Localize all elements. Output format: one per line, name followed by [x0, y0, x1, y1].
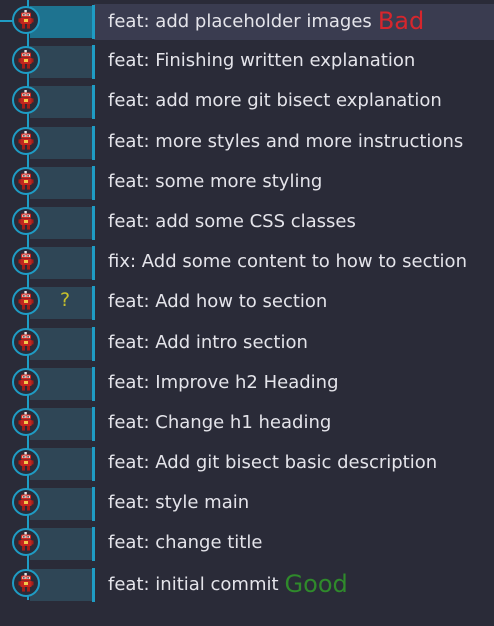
bad-tag: Bad	[377, 7, 425, 35]
commit-node[interactable]	[12, 247, 40, 276]
commit-row-4[interactable]: feat: some more styling	[0, 161, 494, 201]
bisect-unknown-mark: ?	[60, 289, 71, 312]
good-tag: Good	[284, 569, 348, 598]
avatar-icon	[18, 452, 34, 471]
commit-node[interactable]	[12, 568, 40, 597]
commit-message-text: feat: Finishing written explanation	[108, 50, 416, 72]
avatar-icon	[18, 411, 34, 431]
avatar-icon	[18, 90, 34, 109]
commit-row-divider	[92, 205, 95, 240]
commit-node[interactable]	[12, 448, 40, 477]
commit-row-12[interactable]: feat: style main	[0, 482, 494, 522]
commit-message: feat: initial commit Good	[108, 572, 348, 597]
commit-row-0[interactable]: feat: add placeholder images Bad	[0, 0, 494, 40]
commit-row-6[interactable]: fix: Add some content to how to section	[0, 241, 494, 281]
commit-message: feat: Improve h2 Heading	[108, 371, 339, 395]
commit-message-text: feat: add placeholder images	[108, 11, 372, 32]
commit-message: feat: some more styling	[108, 170, 322, 194]
avatar-icon	[18, 291, 34, 310]
commit-message: fix: Add some content to how to section	[108, 250, 467, 274]
commit-message-text: feat: Add intro section	[108, 331, 308, 353]
commit-row-divider	[92, 85, 95, 120]
avatar-icon	[18, 572, 34, 592]
commit-row-8[interactable]: feat: Add intro section	[0, 322, 494, 362]
commit-row-11[interactable]: feat: Add git bisect basic description	[0, 442, 494, 482]
commit-row-13[interactable]: feat: change title	[0, 522, 494, 562]
commit-row-1[interactable]: feat: Finishing written explanation	[0, 40, 494, 80]
commit-row-divider	[92, 5, 95, 39]
commit-message: feat: Add git bisect basic description	[108, 451, 437, 475]
commit-message: feat: more styles and more instructions	[108, 130, 463, 154]
commit-node[interactable]	[12, 6, 40, 34]
commit-row-divider	[92, 406, 95, 441]
commit-message-text: feat: Change h1 heading	[108, 411, 332, 433]
commit-node[interactable]	[12, 367, 40, 396]
commit-row-5[interactable]: feat: add some CSS classes	[0, 201, 494, 241]
commit-message-text: feat: add some CSS classes	[108, 210, 356, 232]
commit-row-3[interactable]: feat: more styles and more instructions	[0, 121, 494, 161]
commit-node[interactable]	[12, 327, 40, 356]
commit-message-text: fix: Add some content to how to section	[108, 251, 467, 273]
commit-message: feat: Change h1 heading	[108, 411, 331, 435]
commit-row-divider	[92, 487, 95, 522]
commit-row-divider	[92, 527, 95, 562]
commit-row-divider	[92, 125, 95, 160]
commit-message: feat: Add intro section	[108, 331, 308, 355]
avatar-icon	[18, 210, 34, 230]
avatar-icon	[18, 130, 34, 150]
commit-row-divider	[92, 326, 95, 361]
commit-row-14[interactable]: feat: initial commit Good	[0, 563, 494, 603]
commit-row-divider	[92, 286, 95, 321]
avatar-icon	[18, 10, 34, 29]
commit-row-9[interactable]: feat: Improve h2 Heading	[0, 362, 494, 402]
commit-row-10[interactable]: feat: Change h1 heading	[0, 402, 494, 442]
avatar-icon	[18, 492, 34, 511]
commit-row-divider	[92, 567, 95, 602]
commit-row-7[interactable]: ? feat: Add how to section	[0, 281, 494, 321]
commit-row-divider	[92, 366, 95, 401]
commit-row-divider	[92, 447, 95, 482]
commit-message-text: feat: add more git bisect explanation	[108, 90, 442, 112]
avatar-icon	[18, 331, 34, 351]
avatar-icon	[18, 371, 34, 391]
commit-node[interactable]	[12, 206, 40, 235]
commit-message: feat: add placeholder images Bad	[108, 9, 424, 34]
commit-row-divider	[92, 165, 95, 200]
commit-message-text: feat: style main	[108, 492, 250, 514]
commit-message-text: feat: initial commit	[108, 573, 279, 595]
commit-node[interactable]	[12, 166, 40, 195]
commit-message-text: feat: more styles and more instructions	[108, 130, 464, 152]
commit-message: feat: add some CSS classes	[108, 210, 356, 234]
commit-message: feat: add more git bisect explanation	[108, 89, 442, 113]
commit-message: feat: style main	[108, 491, 249, 515]
commit-row-2[interactable]: feat: add more git bisect explanation	[0, 80, 494, 120]
commit-message-text: feat: some more styling	[108, 170, 323, 192]
commit-row-divider	[92, 45, 95, 80]
commit-list: feat: add placeholder images Bad feat: F…	[0, 0, 494, 603]
avatar-icon	[18, 50, 34, 69]
avatar-icon	[18, 170, 34, 190]
commit-node[interactable]	[12, 126, 40, 155]
commit-row-divider	[92, 246, 95, 281]
commit-message-text: feat: change title	[108, 532, 263, 554]
avatar-icon	[18, 251, 34, 270]
commit-message: feat: Add how to section	[108, 290, 327, 314]
commit-message: feat: change title	[108, 531, 262, 555]
commit-node[interactable]	[12, 46, 40, 75]
commit-node[interactable]	[12, 407, 40, 436]
commit-message: feat: Finishing written explanation	[108, 49, 415, 73]
commit-message-text: feat: Add how to section	[108, 291, 328, 313]
avatar-icon	[18, 532, 34, 552]
commit-message-text: feat: Add git bisect basic description	[108, 452, 438, 474]
commit-message-text: feat: Improve h2 Heading	[108, 371, 339, 393]
